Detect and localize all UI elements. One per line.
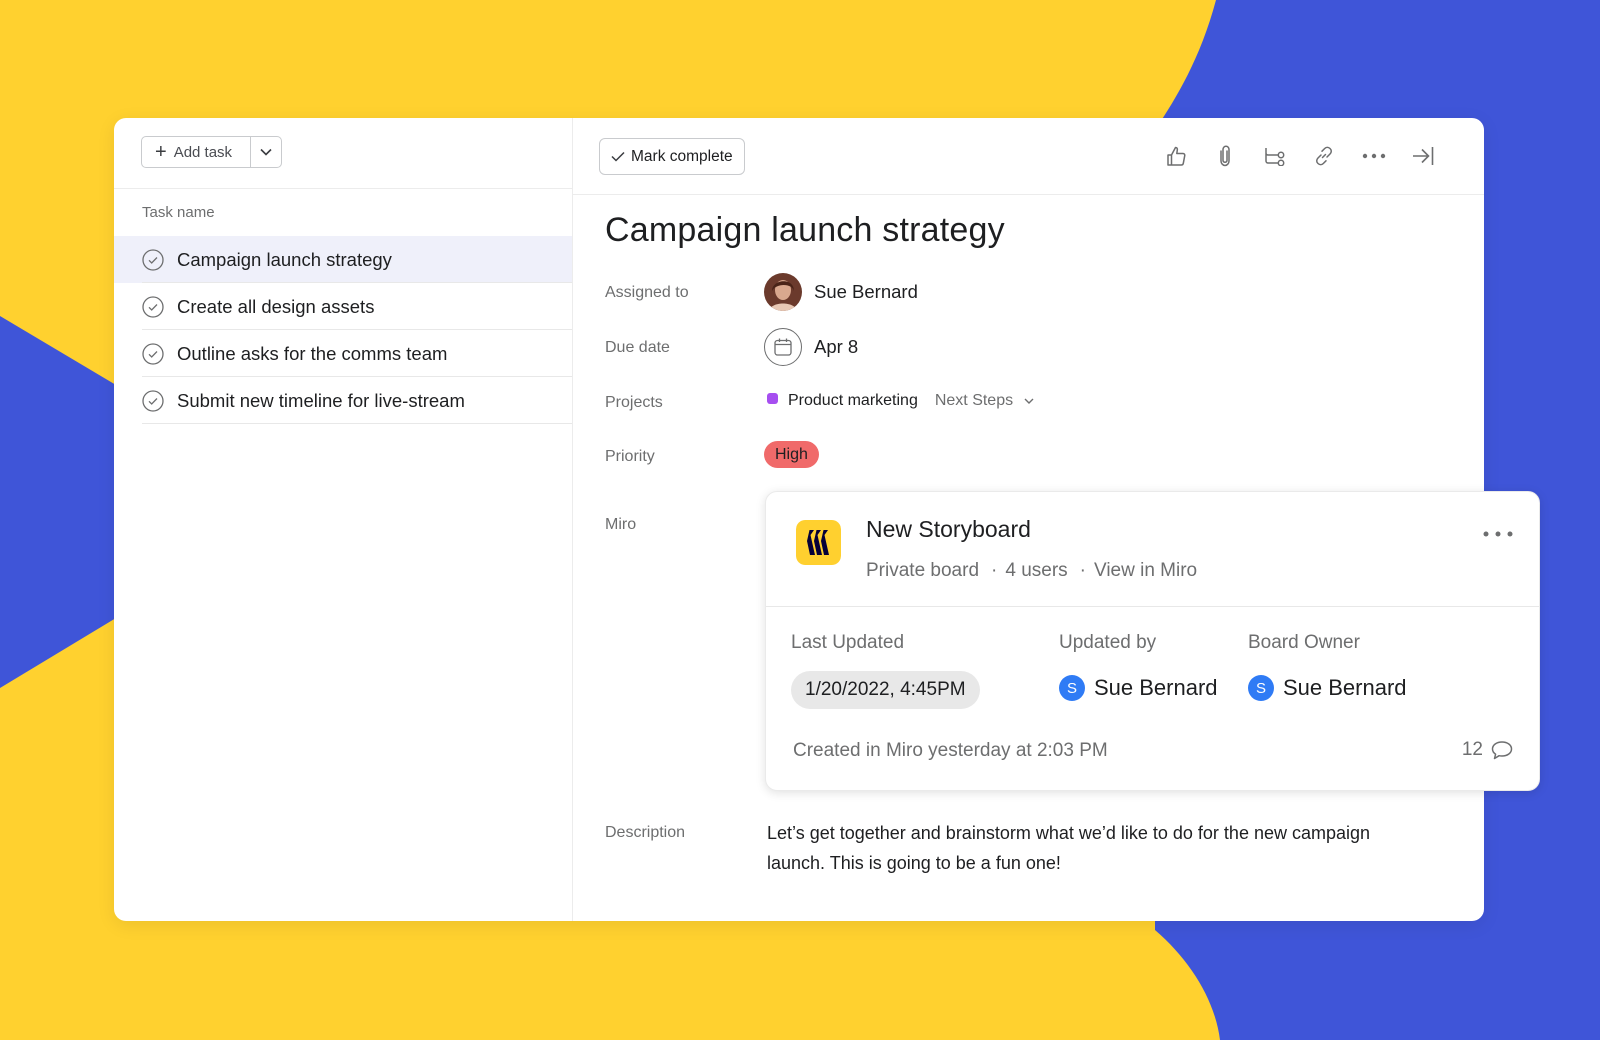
task-window: + Add task Task name Campaign launch str… bbox=[114, 118, 1540, 921]
miro-comments-button[interactable]: 12 bbox=[1462, 739, 1513, 761]
projects-label: Projects bbox=[605, 394, 663, 411]
calendar-icon bbox=[774, 338, 792, 356]
more-icon bbox=[1362, 153, 1385, 159]
more-icon bbox=[1483, 531, 1513, 537]
link-icon bbox=[1316, 146, 1333, 166]
due-date-field[interactable]: Apr 8 bbox=[764, 328, 858, 366]
task-detail-toolbar: Mark complete bbox=[572, 118, 1484, 195]
task-name-column-header: Task name bbox=[142, 204, 215, 221]
miro-label: Miro bbox=[605, 516, 637, 533]
like-button[interactable] bbox=[1151, 140, 1201, 172]
more-actions-button[interactable] bbox=[1349, 140, 1399, 172]
project-color-dot bbox=[767, 393, 778, 404]
description-label: Description bbox=[605, 824, 686, 841]
miro-board-visibility: Private board bbox=[866, 560, 980, 581]
priority-label: Priority bbox=[605, 448, 655, 465]
assigned-to-label: Assigned to bbox=[605, 284, 689, 301]
user-avatar-badge: S bbox=[1059, 675, 1085, 701]
updated-by-user: S Sue Bernard bbox=[1059, 675, 1218, 701]
assignee-name: Sue Bernard bbox=[814, 281, 918, 302]
thumbs-up-icon bbox=[1167, 146, 1186, 166]
task-list-pane: + Add task Task name Campaign launch str… bbox=[114, 118, 573, 921]
plus-icon: + bbox=[155, 141, 167, 163]
add-task-dropdown-button[interactable] bbox=[251, 137, 281, 167]
attach-button[interactable] bbox=[1201, 140, 1251, 172]
due-date-label: Due date bbox=[605, 339, 670, 356]
chevron-down-icon bbox=[260, 148, 272, 156]
miro-board-card: New Storyboard Private board · 4 users ·… bbox=[765, 491, 1540, 791]
close-details-button[interactable] bbox=[1399, 140, 1449, 172]
add-task-button[interactable]: + Add task bbox=[142, 137, 252, 167]
task-name: Campaign launch strategy bbox=[177, 248, 392, 270]
task-row[interactable]: Campaign launch strategy bbox=[114, 236, 572, 283]
miro-card-more-button[interactable] bbox=[1483, 524, 1513, 542]
view-in-miro-link[interactable]: View in Miro bbox=[1094, 560, 1197, 582]
meta-separator: · bbox=[1079, 560, 1086, 581]
task-title[interactable]: Campaign launch strategy bbox=[605, 211, 1005, 250]
user-avatar-badge: S bbox=[1248, 675, 1274, 701]
description-text[interactable]: Let’s get together and brainstorm what w… bbox=[767, 818, 1427, 878]
project-section-name: Next Steps bbox=[934, 392, 1014, 409]
close-pane-icon bbox=[1413, 147, 1434, 165]
task-list: Campaign launch strategy Create all desi… bbox=[114, 236, 572, 424]
add-task-label: Add task bbox=[173, 143, 233, 161]
board-owner-name: Sue Bernard bbox=[1283, 675, 1407, 700]
subtask-button[interactable] bbox=[1250, 140, 1300, 172]
due-date-value: Apr 8 bbox=[814, 336, 859, 357]
chevron-down-icon bbox=[1024, 398, 1034, 404]
check-circle-icon[interactable] bbox=[142, 248, 164, 271]
miro-board-meta: Private board · 4 users · View in Miro bbox=[866, 560, 1197, 582]
miro-board-title[interactable]: New Storyboard bbox=[866, 516, 1031, 543]
miro-board-users: 4 users bbox=[1005, 560, 1068, 581]
check-circle-icon[interactable] bbox=[142, 389, 164, 412]
last-updated-value: 1/20/2022, 4:45PM bbox=[791, 671, 980, 709]
toolbar-icons bbox=[1151, 140, 1448, 172]
check-circle-icon[interactable] bbox=[142, 342, 164, 365]
meta-separator: · bbox=[991, 560, 998, 581]
task-name: Submit new timeline for live-stream bbox=[177, 389, 465, 411]
subtask-icon bbox=[1265, 148, 1285, 166]
paperclip-icon bbox=[1220, 145, 1230, 167]
task-row[interactable]: Submit new timeline for live-stream bbox=[114, 377, 572, 424]
task-row[interactable]: Create all design assets bbox=[114, 283, 572, 330]
divider bbox=[114, 188, 572, 189]
check-circle-icon[interactable] bbox=[142, 295, 164, 318]
updated-by-label: Updated by bbox=[1059, 632, 1157, 653]
assignee-avatar bbox=[764, 273, 802, 311]
copy-link-button[interactable] bbox=[1300, 140, 1350, 172]
board-owner-user: S Sue Bernard bbox=[1248, 675, 1407, 701]
last-updated-label: Last Updated bbox=[791, 632, 905, 653]
miro-logo-icon bbox=[796, 520, 841, 565]
due-date-circle bbox=[764, 328, 802, 366]
miro-created-info: Created in Miro yesterday at 2:03 PM bbox=[793, 740, 1108, 761]
project-section-dropdown[interactable]: Next Steps bbox=[935, 392, 1034, 410]
project-name[interactable]: Product marketing bbox=[788, 392, 918, 410]
assignee-field[interactable]: Sue Bernard bbox=[764, 273, 918, 311]
mark-complete-button[interactable]: Mark complete bbox=[599, 138, 745, 175]
task-row[interactable]: Outline asks for the comms team bbox=[114, 330, 572, 377]
priority-badge[interactable]: High bbox=[764, 441, 819, 468]
projects-field: Product marketing Next Steps bbox=[767, 392, 1034, 410]
mark-complete-label: Mark complete bbox=[631, 147, 733, 165]
task-name: Outline asks for the comms team bbox=[177, 342, 448, 364]
board-owner-label: Board Owner bbox=[1248, 632, 1360, 653]
divider bbox=[766, 606, 1539, 607]
comment-count: 12 bbox=[1461, 739, 1483, 760]
task-name: Create all design assets bbox=[177, 295, 375, 317]
add-task-split-button: + Add task bbox=[141, 136, 283, 168]
comment-icon bbox=[1491, 741, 1513, 760]
checkmark-icon bbox=[611, 151, 625, 162]
updated-by-name: Sue Bernard bbox=[1094, 675, 1218, 700]
